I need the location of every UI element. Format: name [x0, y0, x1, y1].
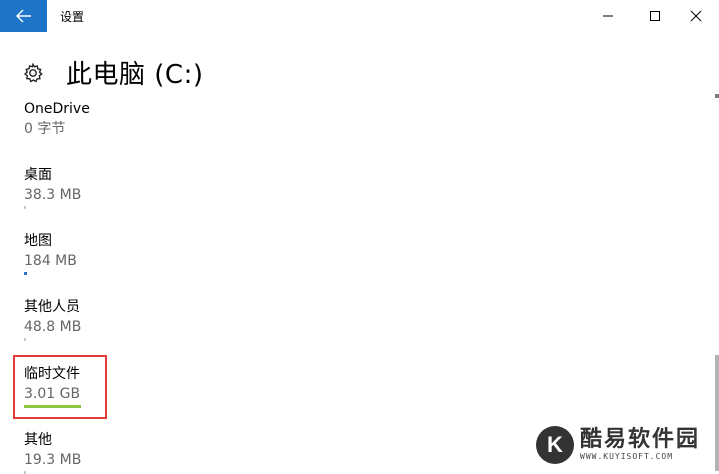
window-title: 设置	[60, 10, 85, 24]
item-name: 其他	[24, 432, 52, 448]
maximize-icon	[650, 11, 660, 21]
gear-icon	[23, 62, 43, 83]
usage-bar	[24, 338, 81, 341]
page-title: 此电脑 (C:)	[66, 60, 204, 90]
watermark-url: WWW.KUYISOFT.COM	[580, 452, 674, 461]
item-size: 184 MB	[24, 253, 77, 269]
minimize-button[interactable]	[585, 0, 631, 32]
usage-bar-fill	[24, 206, 26, 209]
usage-bar-fill	[24, 272, 27, 275]
item-name: 桌面	[24, 167, 52, 183]
usage-bar-fill	[24, 338, 26, 341]
watermark: K 酷易软件园 WWW.KUYISOFT.COM	[536, 422, 716, 467]
highlight-annotation-box	[13, 355, 107, 419]
list-item-other-people[interactable]: 其他人员 48.8 MB	[24, 297, 324, 341]
watermark-text: 酷易软件园	[580, 427, 701, 452]
item-size: 0 字节	[24, 121, 66, 137]
close-icon	[690, 10, 702, 22]
item-size: 48.8 MB	[24, 319, 82, 335]
list-item-onedrive[interactable]: OneDrive 0 字节	[24, 99, 324, 139]
item-name: OneDrive	[24, 101, 90, 117]
list-item-maps[interactable]: 地图 184 MB	[24, 231, 324, 275]
back-button[interactable]	[0, 0, 47, 32]
arrow-left-icon	[15, 9, 31, 23]
list-item-other[interactable]: 其他 19.3 MB	[24, 430, 324, 474]
item-size: 38.3 MB	[24, 187, 82, 203]
minimize-icon	[603, 15, 613, 17]
watermark-logo: K	[536, 425, 574, 464]
item-name: 其他人员	[24, 299, 80, 315]
maximize-button[interactable]	[632, 0, 678, 32]
item-name: 地图	[24, 233, 52, 249]
title-bar: 设置	[0, 0, 719, 32]
usage-bar	[24, 272, 81, 275]
item-size: 19.3 MB	[24, 452, 82, 468]
usage-bar	[24, 206, 81, 209]
page-header: 此电脑 (C:)	[22, 54, 203, 91]
close-button[interactable]	[673, 0, 719, 32]
list-item-desktop[interactable]: 桌面 38.3 MB	[24, 165, 324, 209]
watermark-text-group: 酷易软件园 WWW.KUYISOFT.COM	[580, 427, 701, 462]
